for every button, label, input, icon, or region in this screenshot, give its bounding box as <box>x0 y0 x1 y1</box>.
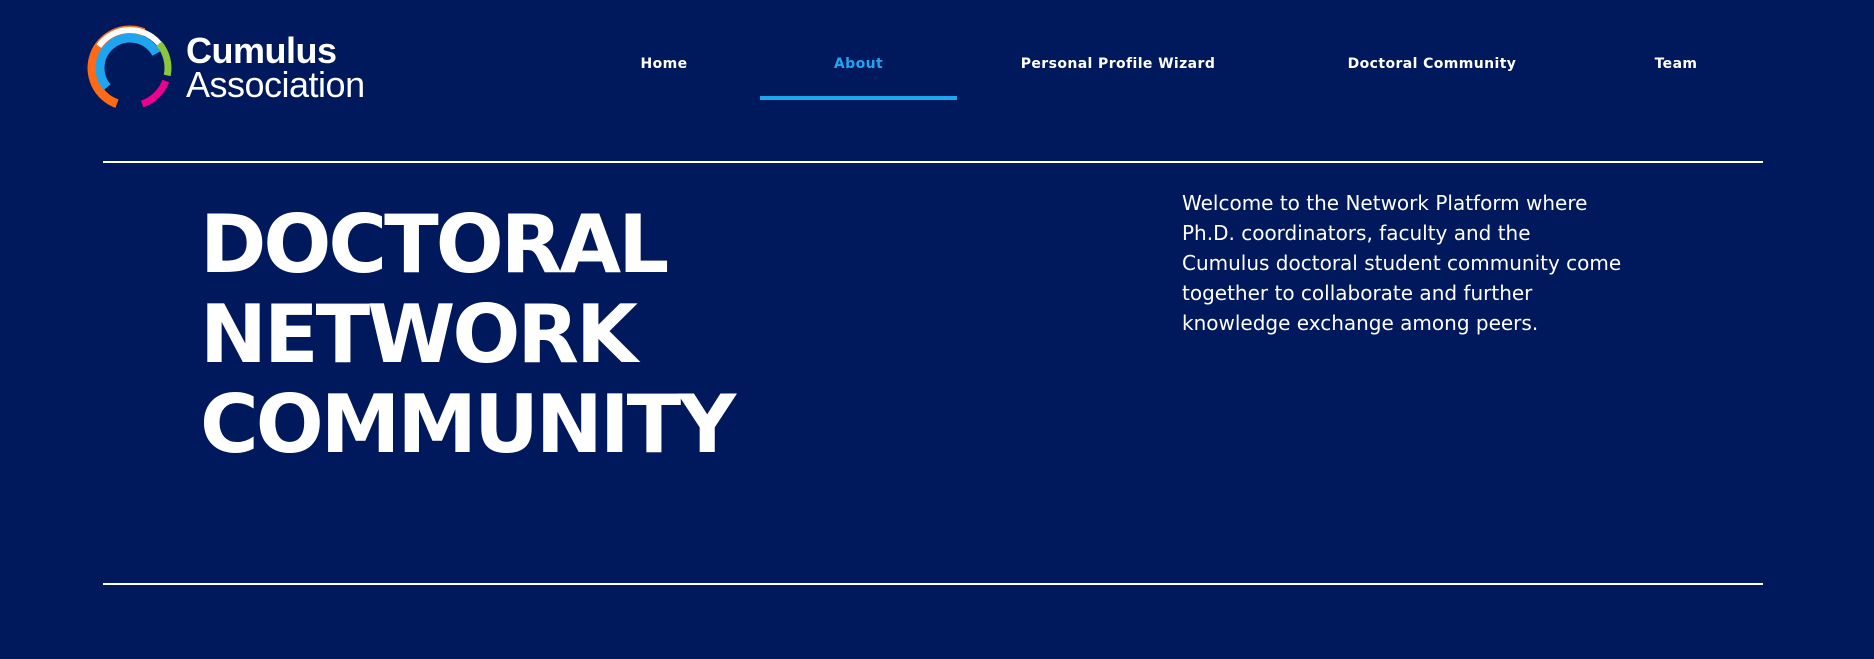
nav-item-doctoral-community[interactable]: Doctoral Community <box>1325 40 1539 96</box>
nav-item-about[interactable]: About <box>760 40 957 100</box>
hero-title-line2: NETWORK <box>200 288 638 381</box>
intro-paragraph: Welcome to the Network Platform where Ph… <box>1182 191 1622 335</box>
top-divider <box>103 161 1763 163</box>
nav-item-team[interactable]: Team <box>1626 40 1726 96</box>
main-nav: Home About Personal Profile Wizard Docto… <box>0 40 1874 100</box>
hero-title-line3: COMMUNITY <box>200 378 736 471</box>
hero-title: DOCTORAL NETWORK COMMUNITY <box>200 198 736 471</box>
hero-title-line1: DOCTORAL <box>200 198 669 291</box>
bottom-divider <box>103 583 1763 585</box>
page: Cumulus Association Home About Personal … <box>0 0 1874 659</box>
nav-item-personal-profile-wizard[interactable]: Personal Profile Wizard <box>1000 40 1236 96</box>
nav-item-home[interactable]: Home <box>614 40 714 96</box>
